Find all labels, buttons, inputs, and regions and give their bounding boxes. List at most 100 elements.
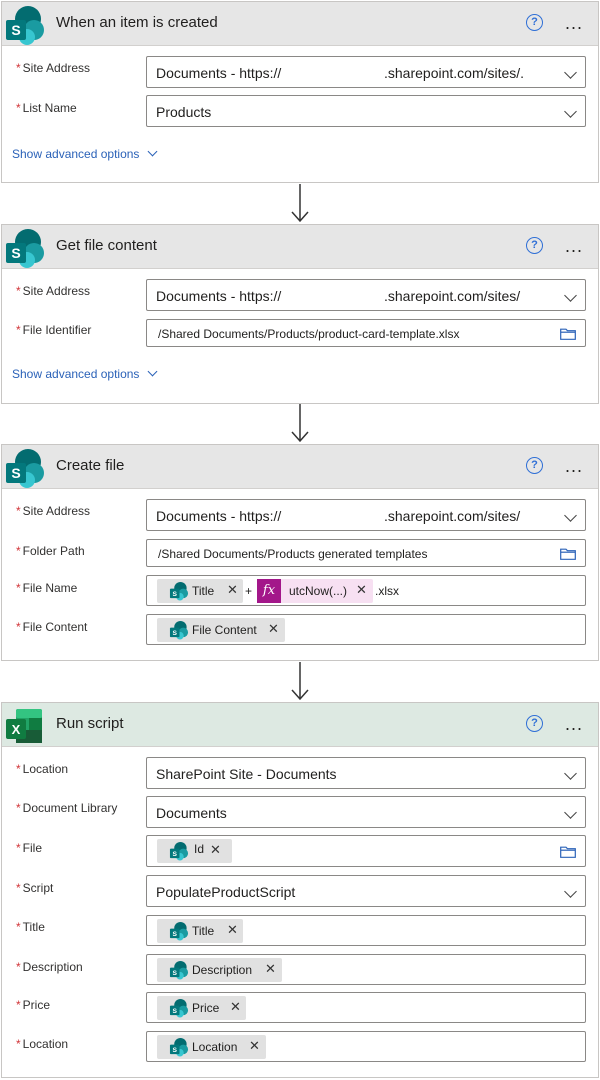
- file-identifier-value: /Shared Documents/Products/product-card-…: [158, 327, 460, 341]
- file-identifier-input[interactable]: /Shared Documents/Products/product-card-…: [146, 319, 586, 347]
- dynamic-token-price[interactable]: Price ✕: [157, 996, 246, 1020]
- dynamic-token-id[interactable]: Id ✕: [157, 839, 232, 863]
- description-input[interactable]: Description ✕: [146, 954, 586, 985]
- remove-token-icon[interactable]: ✕: [227, 582, 238, 598]
- site-address-label: * Site Address: [16, 61, 91, 75]
- folder-path-input[interactable]: /Shared Documents/Products generated tem…: [146, 539, 586, 567]
- remove-token-icon[interactable]: ✕: [356, 582, 367, 598]
- folder-icon[interactable]: [560, 846, 576, 858]
- document-library-label: * Document Library: [16, 801, 118, 815]
- title-input[interactable]: Title ✕: [146, 915, 586, 946]
- dynamic-token-title[interactable]: Title ✕: [157, 579, 243, 603]
- script-dropdown[interactable]: PopulateProductScript: [146, 875, 586, 907]
- card-header[interactable]: Run script ? ...: [2, 703, 598, 747]
- site-address-dropdown[interactable]: Documents - https:// .sharepoint.com/sit…: [146, 56, 586, 88]
- site-address-value-suffix: .sharepoint.com/sites/: [384, 288, 521, 304]
- file-name-label: * File Name: [16, 581, 78, 595]
- fx-icon: fx: [257, 579, 281, 603]
- file-name-input[interactable]: Title ✕ + fx utcNow(...) ✕ .xlsx: [146, 575, 586, 606]
- card-title: Get file content: [56, 237, 157, 254]
- card-header[interactable]: Get file content ? ...: [2, 225, 598, 269]
- site-address-label: * Site Address: [16, 284, 91, 298]
- chevron-down-icon: [564, 885, 577, 898]
- more-options-icon[interactable]: ...: [565, 14, 583, 32]
- more-options-icon[interactable]: ...: [565, 715, 583, 733]
- card-header[interactable]: When an item is created ? ...: [2, 2, 598, 46]
- card-title: Run script: [56, 715, 124, 732]
- site-address-value: Documents - https://: [156, 508, 282, 524]
- sharepoint-icon: [169, 1037, 189, 1057]
- help-icon[interactable]: ?: [526, 457, 543, 474]
- site-address-value-suffix: .sharepoint.com/sites/: [384, 508, 521, 524]
- chevron-down-icon: [564, 509, 577, 522]
- description-label: * Description: [16, 960, 83, 974]
- script-label: * Script: [16, 881, 54, 895]
- arrow-down-icon: [291, 404, 309, 443]
- plus-operator: +: [245, 584, 253, 598]
- arrow-down-icon: [291, 184, 309, 223]
- card-header[interactable]: Create file ? ...: [2, 445, 598, 489]
- remove-token-icon[interactable]: ✕: [249, 1038, 260, 1054]
- title-label: * Title: [16, 920, 45, 934]
- site-address-dropdown[interactable]: Documents - https:// .sharepoint.com/sit…: [146, 279, 586, 311]
- dynamic-token-file-content[interactable]: File Content ✕: [157, 618, 285, 642]
- price-label: * Price: [16, 998, 51, 1012]
- help-icon[interactable]: ?: [526, 14, 543, 31]
- help-icon[interactable]: ?: [526, 237, 543, 254]
- expression-token-utcnow[interactable]: fx utcNow(...) ✕: [257, 579, 373, 603]
- card-get-file-content: Get file content ? ... * Site Address Doc…: [1, 224, 599, 404]
- file-extension-text: .xlsx: [375, 584, 399, 598]
- site-address-dropdown[interactable]: Documents - https:// .sharepoint.com/sit…: [146, 499, 586, 531]
- document-library-value: Documents: [156, 805, 227, 821]
- sharepoint-icon: [169, 841, 189, 861]
- location-dropdown[interactable]: SharePoint Site - Documents: [146, 757, 586, 789]
- site-address-value: Documents - https://: [156, 65, 282, 81]
- list-name-value: Products: [156, 104, 212, 120]
- folder-icon[interactable]: [560, 548, 576, 560]
- dynamic-token-title[interactable]: Title ✕: [157, 919, 243, 943]
- chevron-down-icon: [564, 105, 577, 118]
- script-value: PopulateProductScript: [156, 884, 296, 900]
- site-address-value: Documents - https://: [156, 288, 282, 304]
- show-advanced-options-link[interactable]: Show advanced options: [12, 146, 158, 161]
- folder-path-value: /Shared Documents/Products generated tem…: [158, 547, 428, 561]
- remove-token-icon[interactable]: ✕: [227, 922, 238, 938]
- card-when-item-created: When an item is created ? ... * Site Addr…: [1, 1, 599, 183]
- remove-token-icon[interactable]: ✕: [230, 999, 241, 1015]
- file-content-input[interactable]: File Content ✕: [146, 614, 586, 645]
- site-address-label: * Site Address: [16, 504, 91, 518]
- remove-token-icon[interactable]: ✕: [265, 961, 276, 977]
- price-input[interactable]: Price ✕: [146, 992, 586, 1023]
- chevron-down-icon: [147, 366, 158, 377]
- sharepoint-icon: [4, 227, 46, 269]
- file-input[interactable]: Id ✕: [146, 835, 586, 867]
- more-options-icon[interactable]: ...: [565, 237, 583, 255]
- file-label: * File: [16, 841, 43, 855]
- location-label: * Location: [16, 762, 69, 776]
- remove-token-icon[interactable]: ✕: [210, 842, 221, 858]
- card-title: When an item is created: [56, 14, 218, 31]
- sharepoint-icon: [169, 620, 189, 640]
- folder-path-label: * Folder Path: [16, 544, 85, 558]
- sharepoint-icon: [169, 960, 189, 980]
- dynamic-token-location[interactable]: Location ✕: [157, 1035, 266, 1059]
- more-options-icon[interactable]: ...: [565, 457, 583, 475]
- site-address-value-suffix: .sharepoint.com/sites/.: [384, 65, 525, 81]
- dynamic-token-description[interactable]: Description ✕: [157, 958, 282, 982]
- sharepoint-icon: [4, 447, 46, 489]
- card-run-script: Run script ? ... * Location SharePoint Si…: [1, 702, 599, 1078]
- file-identifier-label: * File Identifier: [16, 323, 92, 337]
- chevron-down-icon: [564, 806, 577, 819]
- list-name-dropdown[interactable]: Products: [146, 95, 586, 127]
- document-library-dropdown[interactable]: Documents: [146, 796, 586, 828]
- help-icon[interactable]: ?: [526, 715, 543, 732]
- location-param-input[interactable]: Location ✕: [146, 1031, 586, 1062]
- excel-icon: [4, 705, 46, 747]
- sharepoint-icon: [169, 998, 189, 1018]
- show-advanced-options-link[interactable]: Show advanced options: [12, 366, 158, 381]
- folder-icon[interactable]: [560, 328, 576, 340]
- chevron-down-icon: [564, 66, 577, 79]
- remove-token-icon[interactable]: ✕: [268, 621, 279, 637]
- sharepoint-icon: [169, 581, 189, 601]
- chevron-down-icon: [564, 289, 577, 302]
